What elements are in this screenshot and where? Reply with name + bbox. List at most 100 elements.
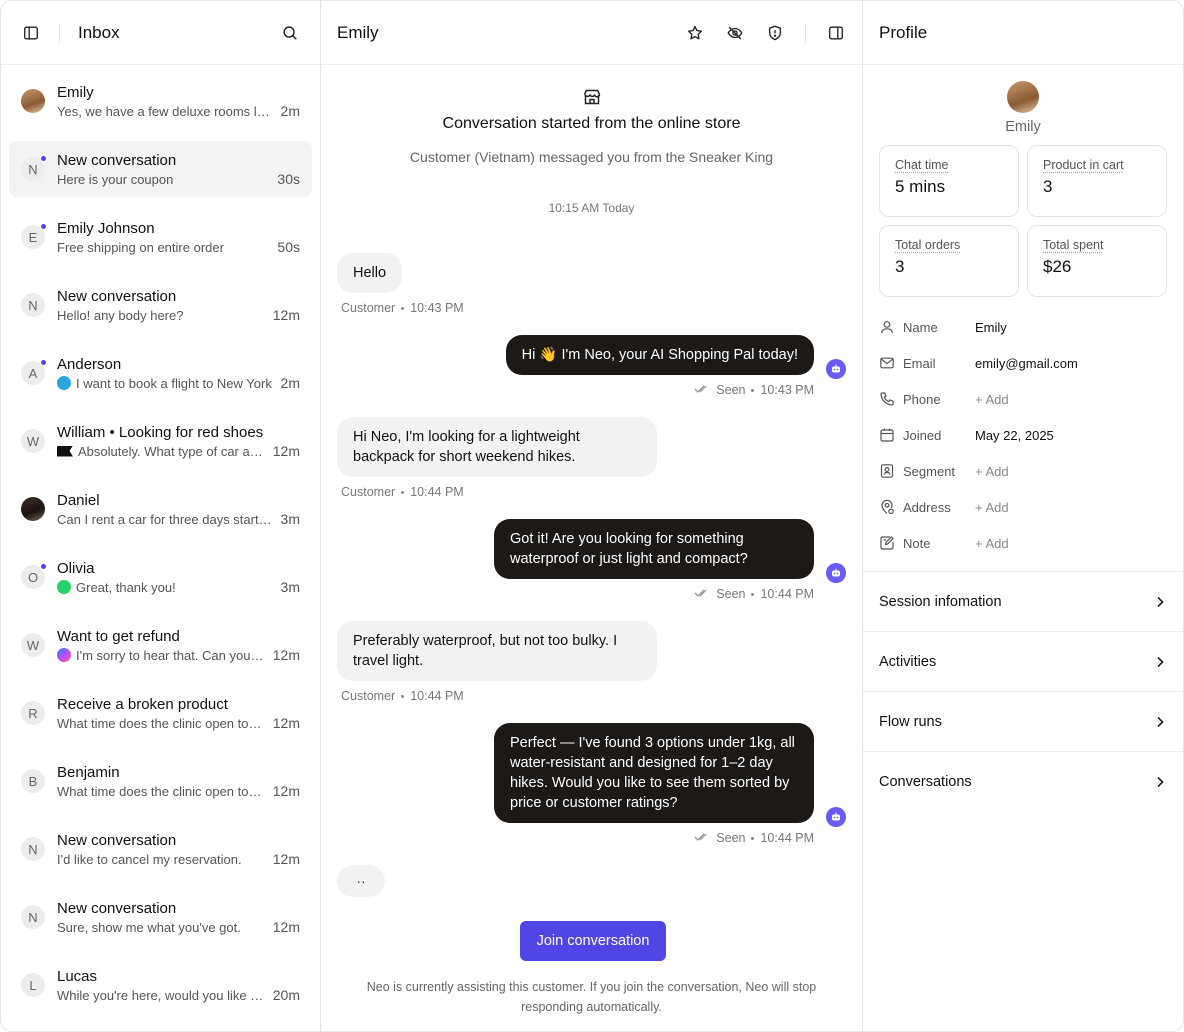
- panel-right-icon[interactable]: [826, 23, 846, 43]
- message-meta: Seen 10:44 PM: [494, 587, 814, 601]
- list-item[interactable]: E Emily Johnson Free shipping on entire or…: [9, 209, 312, 265]
- search-icon[interactable]: [280, 23, 300, 43]
- conversation-preview: Hello! any body here?: [57, 308, 265, 323]
- avatar: [21, 89, 45, 113]
- message-time: 10:44 PM: [410, 689, 464, 703]
- add-field-link[interactable]: + Add: [975, 536, 1009, 551]
- conversation-body: Daniel Can I rent a car for three days st…: [57, 492, 273, 527]
- profile-field: Note + Add: [879, 525, 1167, 561]
- profile-header: Profile: [863, 1, 1183, 65]
- conversation-preview: Absolutely. What type of car are you loo…: [57, 444, 265, 459]
- avatar: W: [21, 633, 45, 657]
- preview-text: Hello! any body here?: [57, 307, 184, 323]
- conversation-body: Benjamin What time does the clinic open t…: [57, 764, 265, 799]
- conversation-preview: Here is your coupon: [57, 172, 269, 187]
- stat-label: Total orders: [895, 238, 961, 252]
- stat-card: Total spent $26: [1027, 225, 1167, 297]
- header-divider: [59, 22, 60, 43]
- section-flow-runs[interactable]: Flow runs: [863, 692, 1183, 752]
- list-item[interactable]: W William • Looking for red shoes Absolute…: [9, 413, 312, 469]
- meta-separator: [401, 306, 405, 310]
- stat-card: Total orders 3: [879, 225, 1019, 297]
- message-meta: Seen 10:44 PM: [494, 831, 814, 845]
- preview-text: Great, thank you!: [76, 579, 176, 595]
- message-time: 10:44 PM: [760, 831, 814, 845]
- add-field-link[interactable]: + Add: [975, 392, 1009, 407]
- list-item[interactable]: B Benjamin What time does the clinic open …: [9, 753, 312, 809]
- conversation-name: Olivia: [57, 559, 95, 577]
- conversation-name: New conversation: [57, 287, 177, 305]
- preview-text: Here is your coupon: [57, 171, 174, 187]
- conversation-preview: I'm sorry to hear that. Can you please s…: [57, 648, 265, 663]
- stat-label: Chat time: [895, 158, 949, 172]
- hide-icon[interactable]: [725, 23, 745, 43]
- conversation-body: New conversation Hello! any body here?: [57, 288, 265, 323]
- list-item[interactable]: Emily Yes, we have a few deluxe rooms lef…: [9, 73, 312, 129]
- join-conversation-button[interactable]: Join conversation: [520, 921, 666, 961]
- add-field-link[interactable]: + Add: [975, 500, 1009, 515]
- profile-field: Joined May 22, 2025: [879, 417, 1167, 453]
- stat-label: Total spent: [1043, 238, 1104, 252]
- preview-text: Free shipping on entire order: [57, 239, 224, 255]
- add-field-link[interactable]: + Add: [975, 464, 1009, 479]
- star-icon[interactable]: [685, 23, 705, 43]
- list-item[interactable]: L Lucas While you're here, would you like …: [9, 957, 312, 1013]
- date-stamp: 10:15 AM Today: [548, 201, 635, 215]
- message-meta: Customer 10:43 PM: [337, 301, 464, 315]
- conversation-body: New conversation Sure, show me what you'v…: [57, 900, 265, 935]
- list-item[interactable]: A Anderson I want to book a flight to New …: [9, 345, 312, 401]
- list-item[interactable]: N New conversation Hello! any body here? 12…: [9, 277, 312, 333]
- preview-text: While you're here, would you like to see…: [57, 987, 265, 1003]
- seen-check-icon: [694, 831, 710, 845]
- profile-fields: Name Emily Email emily@gmail.com Phone + Add J…: [863, 297, 1183, 561]
- avatar: N: [21, 905, 45, 929]
- calendar-icon: [879, 427, 895, 443]
- message-time: 10:43 PM: [760, 383, 814, 397]
- stat-value: $26: [1043, 257, 1072, 276]
- meta-separator: [751, 592, 755, 596]
- conversation-body: Olivia Great, thank you!: [57, 560, 273, 595]
- unread-dot: [40, 223, 47, 230]
- conversation-time: 20m: [272, 987, 300, 1003]
- list-item[interactable]: O Olivia Great, thank you! 3m: [9, 549, 312, 605]
- field-label: Name: [903, 319, 938, 335]
- conversation-body: Lucas While you're here, would you like t…: [57, 968, 265, 1003]
- bot-avatar-icon: [826, 359, 846, 379]
- conversation-time: 12m: [272, 851, 300, 867]
- avatar: A: [21, 359, 47, 385]
- meta-separator: [751, 836, 755, 840]
- stat-card: Chat time 5 mins: [879, 145, 1019, 217]
- sidebar-toggle-icon[interactable]: [21, 23, 41, 43]
- list-item[interactable]: N New conversation I'd like to cancel my r…: [9, 821, 312, 877]
- list-item[interactable]: W Want to get refund I'm sorry to hear tha…: [9, 617, 312, 673]
- message-sender: Customer: [341, 485, 396, 499]
- list-item[interactable]: R Receive a broken product What time does …: [9, 685, 312, 741]
- profile-field: Segment + Add: [879, 453, 1167, 489]
- message-meta: Customer 10:44 PM: [337, 689, 657, 703]
- message-bubble: Preferably waterproof, but not too bulky…: [337, 621, 657, 681]
- list-item[interactable]: Daniel Can I rent a car for three days st…: [9, 481, 312, 537]
- shield-icon[interactable]: [765, 23, 785, 43]
- avatar: [21, 497, 45, 521]
- conversation-time: 12m: [272, 647, 300, 663]
- incoming-message: Hello Customer 10:43 PM: [337, 253, 464, 315]
- conversation-name: Emily Johnson: [57, 219, 155, 237]
- conversation-name: New conversation: [57, 831, 177, 849]
- field-label: Joined: [903, 427, 942, 443]
- app-window: Inbox Emily Yes, we have a few deluxe roo…: [0, 0, 1184, 1032]
- conversation-preview: I'd like to cancel my reservation.: [57, 852, 265, 867]
- telegram-icon: [57, 376, 71, 390]
- conversation-body: New conversation I'd like to cancel my re…: [57, 832, 265, 867]
- section-conversations[interactable]: Conversations: [863, 752, 1183, 812]
- section-activities[interactable]: Activities: [863, 632, 1183, 692]
- list-item[interactable]: N New conversation Sure, show me what you'…: [9, 889, 312, 945]
- message-bubble: Hi Neo, I'm looking for a lightweight ba…: [337, 417, 657, 477]
- message-status: Seen: [716, 831, 746, 845]
- section-session-infomation[interactable]: Session infomation: [863, 572, 1183, 632]
- conversation-name: Receive a broken product: [57, 695, 228, 713]
- conversation-preview: Free shipping on entire order: [57, 240, 269, 255]
- conversation-name: Emily: [57, 83, 94, 101]
- list-item[interactable]: N New conversation Here is your coupon 30s: [9, 141, 312, 197]
- stat-value: 3: [895, 257, 905, 276]
- stats-grid: Chat time 5 mins Product in cart 3 Total ord…: [863, 145, 1183, 297]
